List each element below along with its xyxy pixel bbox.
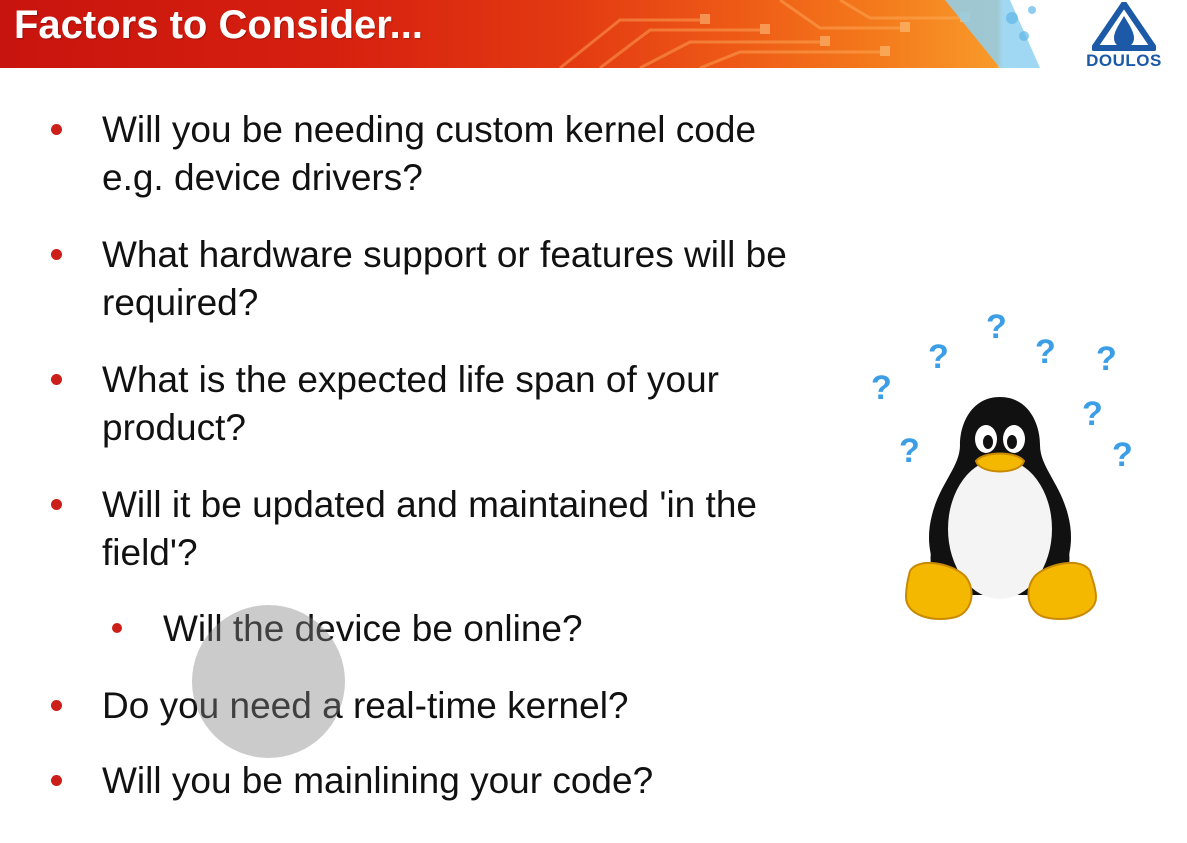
slide-title: Factors to Consider... — [14, 3, 423, 47]
bullet-line: Will you be mainlining your code? — [102, 760, 654, 801]
bullet-life-span: What is the expected life span of your p… — [51, 356, 720, 452]
bullet-updated-maintained: Will it be updated and maintained 'in th… — [51, 481, 757, 577]
bullet-line: Do you need a real-time kernel? — [102, 685, 629, 726]
bullet-line: Will it be updated and maintained 'in th… — [102, 484, 757, 525]
bullet-real-time-kernel: Do you need a real-time kernel? — [51, 682, 629, 730]
logo-text: DOULOS — [1086, 51, 1162, 70]
doulos-logo: DOULOS — [1078, 0, 1170, 70]
bullet-custom-kernel-code: Will you be needing custom kernel code e… — [51, 106, 757, 202]
bullet-dot-icon — [51, 124, 62, 135]
bullet-line: Will you be needing custom kernel code — [102, 109, 757, 150]
bullet-line: What is the expected life span of your — [102, 359, 720, 400]
bullet-line: field'? — [102, 532, 198, 573]
cursor-highlight — [192, 605, 345, 758]
bullet-line: required? — [102, 282, 259, 323]
bullet-line: e.g. device drivers? — [102, 157, 423, 198]
tux-penguin-icon — [904, 397, 1098, 620]
bullet-dot-icon — [51, 775, 62, 786]
slide-header: Factors to Consider... — [0, 0, 1187, 68]
bullet-mainlining-code: Will you be mainlining your code? — [51, 757, 654, 805]
bullet-dot-icon — [51, 374, 62, 385]
bullet-dot-icon — [51, 499, 62, 510]
bullet-dot-icon — [51, 700, 62, 711]
bullet-dot-icon — [51, 249, 62, 260]
bullet-dot-icon — [112, 623, 122, 633]
bullet-hardware-support: What hardware support or features will b… — [51, 231, 787, 327]
bullet-line: product? — [102, 407, 246, 448]
bullet-line: What hardware support or features will b… — [102, 234, 787, 275]
doulos-logo-icon — [1092, 2, 1156, 51]
